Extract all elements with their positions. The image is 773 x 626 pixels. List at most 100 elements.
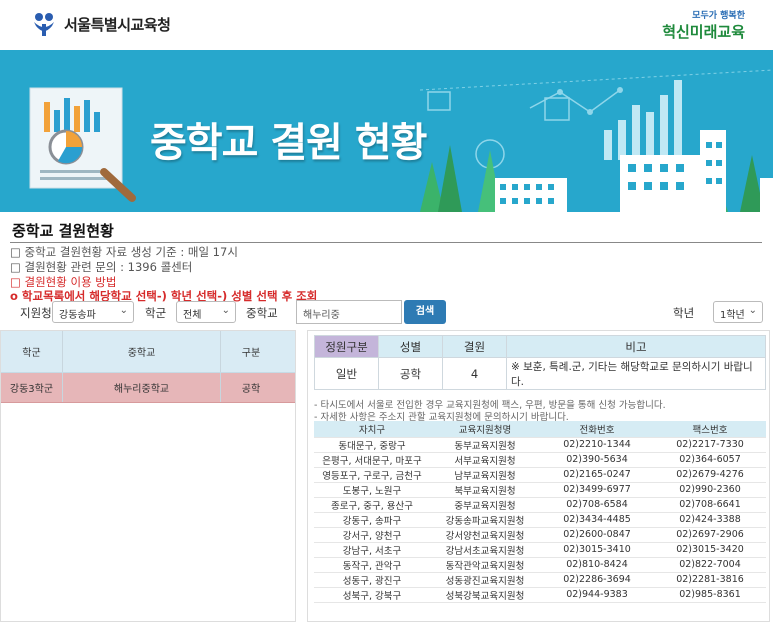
header-note: 비고	[506, 335, 766, 358]
header-office: 교육지원청명	[430, 421, 540, 438]
slogan: 모두가 행복한 혁신미래교육	[662, 8, 745, 42]
contact-office: 성동광진교육지원청	[430, 572, 540, 588]
notice-generation-time: □ 중학교 결원현황 자료 생성 기준 : 매일 17시	[10, 245, 238, 259]
contact-fax: 02)2281-3816	[654, 572, 766, 588]
slogan-main: 혁신미래교육	[662, 23, 745, 41]
contact-fax: 02)2217-7330	[654, 437, 766, 453]
contact-phone: 02)3015-3410	[540, 542, 654, 558]
header-borough: 자치구	[314, 421, 430, 438]
contact-row: 도봉구, 노원구 북부교육지원청 02)3499-6977 02)990-2360	[314, 482, 766, 498]
school-label: 중학교	[246, 306, 278, 320]
header-school: 중학교	[63, 331, 221, 372]
vacancy-row: 일반 공학 4 ※ 보훈, 특례.군, 기타는 해당학교로 문의하시기 바랍니다…	[314, 357, 766, 390]
vacancy-header-row: 정원구분 성별 결원 비고	[314, 335, 766, 358]
chevron-down-icon: ⌄	[221, 305, 230, 316]
contact-fax: 02)424-3388	[654, 512, 766, 528]
contact-fax: 02)364-6057	[654, 452, 766, 468]
contact-office: 강동송파교육지원청	[430, 512, 540, 528]
contact-borough: 강서구, 양천구	[314, 527, 430, 543]
contact-fax: 02)990-2360	[654, 482, 766, 498]
grade-select[interactable]: 1학년 ⌄	[713, 301, 763, 323]
contact-row: 종로구, 중구, 용산구 중부교육지원청 02)708-6584 02)708-664…	[314, 497, 766, 513]
contact-borough: 은평구, 서대문구, 마포구	[314, 452, 430, 468]
contact-borough: 강동구, 송파구	[314, 512, 430, 528]
contact-row: 영등포구, 구로구, 금천구 남부교육지원청 02)2165-0247 02)2679…	[314, 467, 766, 483]
header-district: 학군	[1, 331, 63, 372]
contact-row: 성동구, 광진구 성동광진교육지원청 02)2286-3694 02)2281-381…	[314, 572, 766, 588]
contact-fax: 02)2697-2906	[654, 527, 766, 543]
page-title: 중학교 결원현황	[12, 222, 114, 240]
contact-office: 중부교육지원청	[430, 497, 540, 513]
contact-row: 강동구, 송파구 강동송파교육지원청 02)3434-4485 02)424-3388	[314, 512, 766, 528]
header-vacancies: 결원	[442, 335, 507, 358]
org-name: 서울특별시교육청	[64, 15, 171, 34]
contact-header-row: 자치구 교육지원청명 전화번호 팩스번호	[314, 421, 766, 438]
header-fax: 팩스번호	[654, 421, 766, 438]
contact-phone: 02)810-8424	[540, 557, 654, 573]
grade-label: 학년	[673, 306, 695, 320]
contact-borough: 성북구, 강북구	[314, 587, 430, 603]
contact-row: 동대문구, 중랑구 동부교육지원청 02)2210-1344 02)2217-7330	[314, 437, 766, 453]
contact-borough: 종로구, 중구, 용산구	[314, 497, 430, 513]
banner-title: 중학교 결원 현황	[150, 120, 427, 166]
header-phone: 전화번호	[540, 421, 654, 438]
school-search-input[interactable]: 해누리중	[296, 300, 402, 324]
org-logo[interactable]: 서울특별시교육청	[30, 10, 171, 38]
vacancy-panel: 정원구분 성별 결원 비고 일반 공학 4 ※ 보훈, 특례.군, 기타는 해당…	[307, 330, 770, 622]
school-row-type: 공학	[241, 384, 261, 395]
contact-phone: 02)3434-4485	[540, 512, 654, 528]
header-quota-category: 정원구분	[314, 335, 379, 358]
school-district-select[interactable]: 전체 ⌄	[176, 301, 236, 323]
contact-borough: 동대문구, 중랑구	[314, 437, 430, 453]
contact-office: 북부교육지원청	[430, 482, 540, 498]
contact-row: 동작구, 관악구 동작관악교육지원청 02)810-8424 02)822-7004	[314, 557, 766, 573]
contact-phone: 02)2210-1344	[540, 437, 654, 453]
contact-row: 강서구, 양천구 강서양천교육지원청 02)2600-0847 02)2697-290…	[314, 527, 766, 543]
school-list-panel: 학군 중학교 구분 강동3학군 해누리중학교 공학	[0, 330, 296, 622]
school-list-header: 학군 중학교 구분	[1, 331, 295, 373]
contact-fax: 02)3015-3420	[654, 542, 766, 558]
search-button[interactable]: 검색	[404, 300, 446, 324]
contact-body: 동대문구, 중랑구 동부교육지원청 02)2210-1344 02)2217-7330…	[314, 437, 766, 603]
contact-borough: 강남구, 서초구	[314, 542, 430, 558]
contact-borough: 동작구, 관악구	[314, 557, 430, 573]
contact-phone: 02)2165-0247	[540, 467, 654, 483]
school-district-select-value: 전체	[183, 310, 202, 321]
chevron-down-icon: ⌄	[748, 305, 757, 316]
contact-phone: 02)708-6584	[540, 497, 654, 513]
contact-office: 서부교육지원청	[430, 452, 540, 468]
contact-borough: 성동구, 광진구	[314, 572, 430, 588]
contact-phone: 02)2286-3694	[540, 572, 654, 588]
header-type: 구분	[241, 348, 261, 359]
contact-phone: 02)3499-6977	[540, 482, 654, 498]
banner: 중학교 결원 현황	[0, 50, 773, 212]
contact-office: 동작관악교육지원청	[430, 557, 540, 573]
vacancy-table: 정원구분 성별 결원 비고 일반 공학 4 ※ 보훈, 특례.군, 기타는 해당…	[314, 335, 766, 390]
vacancy-category: 일반	[314, 357, 379, 390]
contact-phone: 02)944-9383	[540, 587, 654, 603]
district-select-value: 강동송파	[59, 310, 96, 321]
seoul-education-logo-icon	[34, 13, 54, 36]
contact-office: 남부교육지원청	[430, 467, 540, 483]
contact-office: 동부교육지원청	[430, 437, 540, 453]
contact-office: 강남서초교육지원청	[430, 542, 540, 558]
header-gender: 성별	[378, 335, 443, 358]
chevron-down-icon: ⌄	[119, 305, 128, 316]
contact-fax: 02)985-8361	[654, 587, 766, 603]
contact-table: 자치구 교육지원청명 전화번호 팩스번호 동대문구, 중랑구 동부교육지원청 02)…	[314, 421, 766, 603]
contact-borough: 도봉구, 노원구	[314, 482, 430, 498]
school-row[interactable]: 강동3학군 해누리중학교 공학	[1, 373, 295, 403]
school-district-label: 학군	[145, 306, 167, 320]
contact-office: 강서양천교육지원청	[430, 527, 540, 543]
contact-phone: 02)390-5634	[540, 452, 654, 468]
notice-inquiry: □ 결원현황 관련 문의 : 1396 콜센터	[10, 260, 193, 274]
title-divider	[10, 242, 762, 243]
vacancy-count: 4	[442, 357, 507, 390]
contact-borough: 영등포구, 구로구, 금천구	[314, 467, 430, 483]
contact-fax: 02)822-7004	[654, 557, 766, 573]
contact-phone: 02)2600-0847	[540, 527, 654, 543]
contact-row: 성북구, 강북구 성북강북교육지원청 02)944-9383 02)985-8361	[314, 587, 766, 603]
vacancy-gender: 공학	[378, 357, 443, 390]
contact-row: 은평구, 서대문구, 마포구 서부교육지원청 02)390-5634 02)364-6…	[314, 452, 766, 468]
district-select[interactable]: 강동송파 ⌄	[52, 301, 134, 323]
